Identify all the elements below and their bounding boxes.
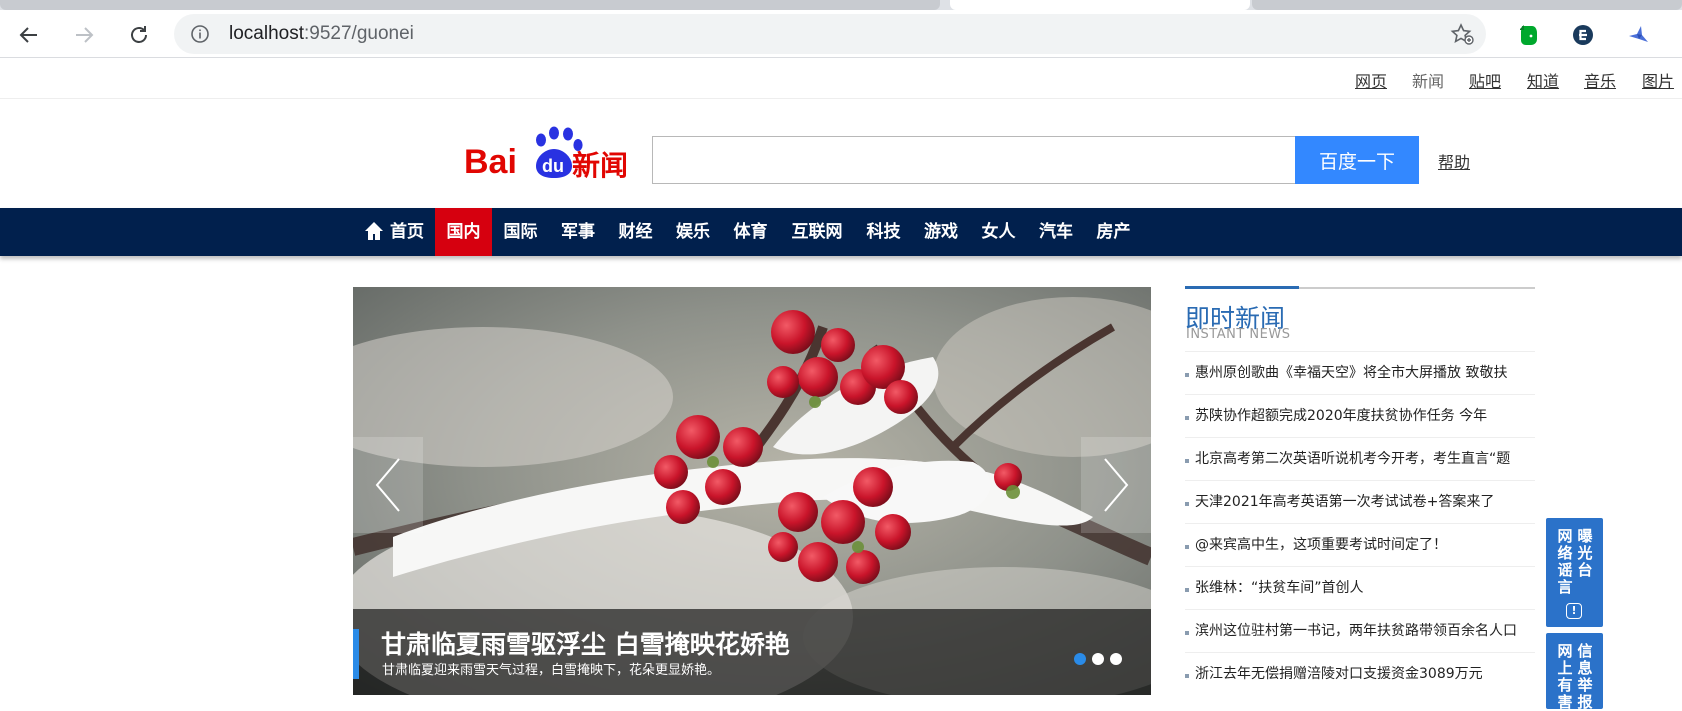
bookmark-star-icon[interactable] [1450, 23, 1474, 49]
carousel-title[interactable]: 甘肃临夏雨雪驱浮尘 白雪掩映花娇艳 [381, 625, 790, 661]
nav-item-tiyu[interactable]: 体育 [722, 208, 779, 256]
top-link-tieba[interactable]: 贴吧 [1469, 68, 1501, 92]
chevron-left-icon [375, 458, 400, 512]
chevron-right-icon [1104, 458, 1129, 512]
carousel-caption: 甘肃临夏雨雪驱浮尘 白雪掩映花娇艳 甘肃临夏迎来雨雪天气过程，白雪掩映下，花朵更… [353, 609, 1151, 695]
info-icon[interactable] [190, 24, 210, 48]
report-widget-label: 网上有害 [1557, 642, 1573, 711]
carousel-dot[interactable] [1110, 653, 1122, 665]
help-link[interactable]: 帮助 [1438, 149, 1470, 173]
main-nav: 首页 国内 国际 军事 财经 娱乐 体育 互联网 科技 游戏 女人 汽车 房产 [0, 208, 1682, 256]
url-text: localhost:9527/guonei [229, 23, 414, 44]
top-link-images[interactable]: 图片 [1642, 68, 1674, 92]
nav-item-caijing[interactable]: 财经 [607, 208, 664, 256]
news-carousel[interactable]: 甘肃临夏雨雪驱浮尘 白雪掩映花娇艳 甘肃临夏迎来雨雪天气过程，白雪掩映下，花朵更… [353, 287, 1151, 695]
home-icon [364, 212, 384, 260]
rumor-exposure-widget[interactable]: 网络谣言 曝光台 ! [1546, 518, 1603, 627]
browser-tab-strip [0, 0, 1682, 10]
nav-item-guoji[interactable]: 国际 [492, 208, 549, 256]
browser-tab[interactable] [0, 0, 940, 10]
caption-accent-bar [353, 629, 359, 679]
svg-text:新闻: 新闻 [572, 149, 628, 182]
carousel-dot[interactable] [1074, 653, 1086, 665]
browser-tab-active[interactable] [950, 0, 1250, 10]
carousel-indicators [1074, 653, 1122, 665]
carousel-description: 甘肃临夏迎来雨雪天气过程，白雪掩映下，花朵更显娇艳。 [382, 663, 721, 678]
news-item[interactable]: 浙江去年无偿捐赠涪陵对口支援资金3089万元 [1185, 652, 1535, 695]
report-widget-label: 信息举报 [1577, 642, 1593, 711]
nav-item-home[interactable]: 首页 [358, 208, 430, 256]
back-icon[interactable] [14, 20, 44, 50]
news-item[interactable]: 北京高考第二次英语听说机考今开考，考生直言“题 [1185, 437, 1535, 480]
top-links-bar: 网页 新闻 贴吧 知道 音乐 图片 [0, 59, 1682, 99]
top-link-webpage[interactable]: 网页 [1355, 68, 1387, 92]
news-item[interactable]: 滨州这位驻村第一书记，两年扶贫路带领百余名人口 [1185, 609, 1535, 652]
carousel-dot[interactable] [1092, 653, 1104, 665]
carousel-next-button[interactable] [1081, 437, 1151, 533]
reload-icon[interactable] [124, 20, 154, 50]
nav-item-guonei[interactable]: 国内 [435, 208, 492, 256]
top-link-zhidao[interactable]: 知道 [1527, 68, 1559, 92]
search-input[interactable] [652, 136, 1296, 184]
instant-news-subtitle: INSTANT NEWS [1186, 327, 1291, 342]
nav-item-yule[interactable]: 娱乐 [664, 208, 722, 256]
search-button[interactable]: 百度一下 [1295, 136, 1419, 184]
top-link-news[interactable]: 新闻 [1412, 68, 1444, 92]
section-rule [1185, 286, 1535, 289]
svg-text:du: du [542, 156, 564, 176]
nav-item-fangchan[interactable]: 房产 [1085, 208, 1142, 256]
news-item[interactable]: 惠州原创歌曲《幸福天空》将全市大屏播放 致敬扶 [1185, 351, 1535, 394]
top-link-music[interactable]: 音乐 [1584, 68, 1616, 92]
news-item[interactable]: 苏陕协作超额完成2020年度扶贫协作任务 今年 [1185, 394, 1535, 437]
forward-icon[interactable] [69, 20, 99, 50]
baidu-news-logo[interactable]: Bai du 新闻 [464, 124, 632, 182]
extension-bird-icon[interactable] [1625, 22, 1651, 48]
extension-e-icon[interactable] [1570, 22, 1596, 48]
nav-item-junshi[interactable]: 军事 [549, 208, 607, 256]
warning-icon: ! [1566, 603, 1582, 619]
nav-item-youxi[interactable]: 游戏 [912, 208, 970, 256]
news-item[interactable]: 张维林：“扶贫车间”首创人 [1185, 566, 1535, 609]
news-item[interactable]: @来宾高中生，这项重要考试时间定了！ [1185, 523, 1535, 566]
rumor-widget-label: 曝光台 [1577, 527, 1593, 579]
browser-tab[interactable] [1252, 0, 1682, 10]
carousel-prev-button[interactable] [353, 437, 423, 533]
instant-news-list: 惠州原创歌曲《幸福天空》将全市大屏播放 致敬扶 苏陕协作超额完成2020年度扶贫… [1185, 351, 1535, 695]
news-item[interactable]: 天津2021年高考英语第一次考试试卷+答案来了 [1185, 480, 1535, 523]
nav-item-nvren[interactable]: 女人 [970, 208, 1027, 256]
rumor-widget-label: 网络谣言 [1557, 527, 1573, 596]
nav-item-hulianwang[interactable]: 互联网 [779, 208, 855, 256]
browser-toolbar: localhost:9527/guonei [0, 10, 1682, 58]
svg-text:Bai: Bai [464, 143, 517, 181]
address-bar[interactable]: localhost:9527/guonei [174, 14, 1486, 54]
harmful-info-report-widget[interactable]: 网上有害 信息举报 [1546, 633, 1603, 711]
evernote-icon[interactable] [1515, 22, 1541, 48]
nav-item-qiche[interactable]: 汽车 [1027, 208, 1085, 256]
nav-item-keji[interactable]: 科技 [855, 208, 912, 256]
